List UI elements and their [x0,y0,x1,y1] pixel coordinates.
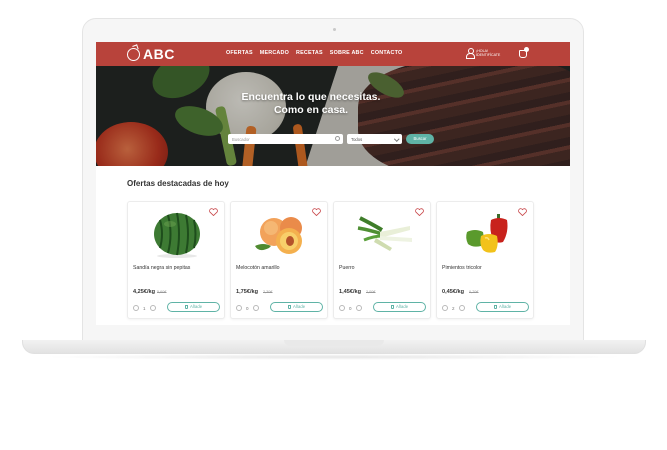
product-card[interactable]: Pimientos tricolor 0,45€/kg 0,70€ 2 Añad… [436,201,534,319]
add-button-label: Añade [395,304,409,309]
product-old-price: 0,70€ [469,290,479,294]
plus-button[interactable] [355,305,362,311]
search-icon [335,136,340,141]
product-price: 1,75€/kg [236,289,259,295]
category-select[interactable]: Todos [347,134,402,144]
product-old-price: 5,60€ [157,290,167,294]
category-select-value: Todos [351,136,363,142]
watermelon-image [154,212,200,258]
heart-icon[interactable] [312,208,321,216]
heart-icon[interactable] [415,208,424,216]
add-to-cart-button[interactable]: Añade [270,302,323,312]
product-name: Melocotón amarillo [236,265,280,271]
product-old-price: 2,30€ [263,290,273,294]
minus-button[interactable] [442,305,448,311]
product-price: 0,45€/kg [442,289,465,295]
leek-image [357,216,412,251]
main-menu: OFERTAS MERCADO RECETAS SOBRE ABC CONTAC… [226,50,402,56]
search-button[interactable]: Buscar [406,134,434,144]
menu-item-mercado[interactable]: MERCADO [260,50,289,56]
add-to-cart-button[interactable]: Añade [476,302,529,312]
bag-icon [390,305,394,309]
menu-item-recetas[interactable]: RECETAS [296,50,323,56]
add-button-label: Añade [292,304,306,309]
product-old-price: 2,00€ [366,290,376,294]
product-price: 1,45€/kg [339,289,362,295]
hero-title-line-1: Encuentra lo que necesitas. [241,91,381,103]
add-to-cart-button[interactable]: Añade [373,302,426,312]
user-icon [466,48,475,59]
add-to-cart-button[interactable]: Añade [167,302,220,312]
product-list: Sandía negra sin pepitas 4,25€/kg 5,60€ … [127,201,534,319]
quantity-stepper: 0 [236,305,259,311]
hero-title: Encuentra lo que necesitas. Como en casa… [216,91,406,117]
cart-badge [524,47,529,52]
menu-item-contacto[interactable]: CONTACTO [371,50,403,56]
login-link[interactable]: ¡HOLA! IDENTIFÍCATE [466,48,506,59]
heart-icon[interactable] [518,208,527,216]
quantity-value: 2 [452,305,455,311]
laptop-screen: ABC OFERTAS MERCADO RECETAS SOBRE ABC CO… [96,42,570,325]
menu-item-sobre-abc[interactable]: SOBRE ABC [330,50,364,56]
camera-dot [333,28,336,31]
peppers-image [466,214,508,253]
peach-image [255,217,302,254]
menu-item-ofertas[interactable]: OFERTAS [226,50,253,56]
login-text: ¡HOLA! IDENTIFÍCATE [476,48,501,57]
heart-icon[interactable] [209,208,218,216]
product-card[interactable]: Puerro 1,45€/kg 2,00€ 0 Añade [333,201,431,319]
minus-button[interactable] [236,305,242,311]
quantity-value: 1 [143,305,146,311]
quantity-stepper: 0 [339,305,362,311]
quantity-value: 0 [246,305,249,311]
product-price: 4,25€/kg [133,289,156,295]
logo[interactable]: ABC [127,46,175,62]
apple-logo-icon [127,47,140,61]
top-navbar: ABC OFERTAS MERCADO RECETAS SOBRE ABC CO… [96,42,570,66]
hero-banner: Encuentra lo que necesitas. Como en casa… [96,66,570,166]
product-name: Sandía negra sin pepitas [133,265,191,271]
quantity-stepper: 2 [442,305,465,311]
search-input[interactable]: Buscador [228,134,343,144]
quantity-value: 0 [349,305,352,311]
product-name: Puerro [339,265,355,271]
bag-icon [287,305,291,309]
laptop-notch [284,340,384,346]
plus-button[interactable] [252,305,259,311]
hero-title-line-2: Como en casa. [273,104,349,116]
product-card[interactable]: Sandía negra sin pepitas 4,25€/kg 5,60€ … [127,201,225,319]
laptop-mockup: ABC OFERTAS MERCADO RECETAS SOBRE ABC CO… [0,0,667,450]
minus-button[interactable] [133,305,139,311]
add-button-label: Añade [189,304,203,309]
product-card[interactable]: Melocotón amarillo 1,75€/kg 2,30€ 0 Añad… [230,201,328,319]
search-placeholder: Buscador [232,136,250,142]
section-title: Ofertas destacadas de hoy [127,179,229,188]
chevron-down-icon [393,135,399,141]
logo-text: ABC [143,46,175,62]
add-button-label: Añade [498,304,512,309]
product-name: Pimientos tricolor [442,265,482,271]
bag-icon [493,305,497,309]
plus-button[interactable] [149,305,156,311]
quantity-stepper: 1 [133,305,156,311]
plus-button[interactable] [458,305,465,311]
laptop-shadow [40,354,628,360]
minus-button[interactable] [339,305,345,311]
bag-icon [184,305,188,309]
